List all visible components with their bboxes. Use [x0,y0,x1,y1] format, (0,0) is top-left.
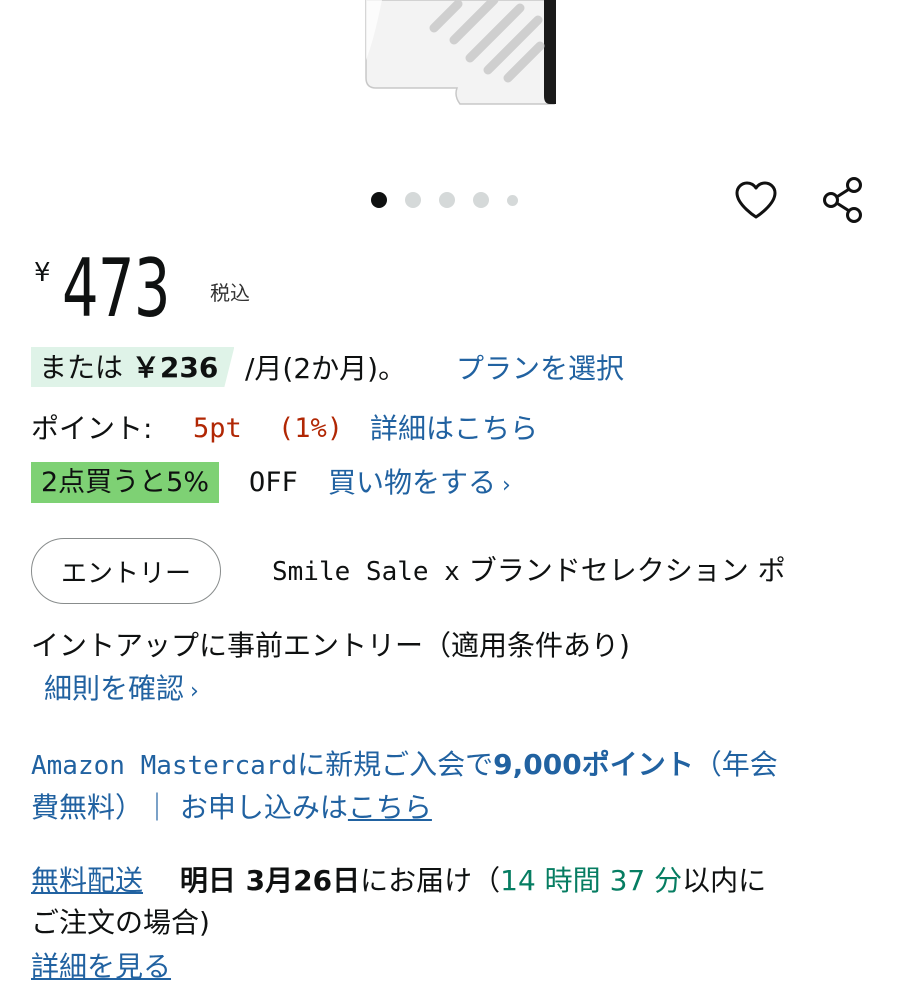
chevron-right-icon: › [190,679,199,704]
installment-prefix: または [39,351,124,384]
delivery-line1: 無料配送 明日 3月26日にお届け（14 時間 37 分以内に [31,860,766,902]
card-promo-fee-text: 費無料）｜ お申し込みは [31,791,348,824]
carousel-dot[interactable] [507,194,518,206]
countdown-minutes: 37 分 [609,864,683,897]
shop-bulk-link-label: 買い物をする [328,466,497,499]
countdown-hours: 14 時間 [500,864,601,897]
installment-badge: または ￥236 [31,347,234,387]
bulk-discount-badge: 2点買うと5% [31,462,220,503]
points-label: ポイント: [31,412,153,445]
entry-description-text: ブランドセレクション ポ [468,554,786,587]
rules-link[interactable]: 細則を確認 › [44,668,199,713]
carousel-dot[interactable] [439,192,455,208]
carousel-dot-active[interactable] [371,192,387,208]
card-apply-link[interactable]: こちら [348,791,432,824]
delivery-text: にお届け（ [360,864,501,897]
installment-amount: ￥236 [131,351,219,384]
points-details-link[interactable]: 詳細はこちら [370,408,538,450]
entry-description-line2: イントアップに事前エントリー（適用条件あり) [31,629,630,662]
free-delivery-link[interactable]: 無料配送 [31,864,143,897]
entry-button[interactable]: エントリー [31,538,221,604]
card-promo-text: に新規ご入会で [297,748,494,781]
carousel-indicator[interactable] [371,191,536,209]
entry-sale-name: Smile Sale x [272,557,460,587]
card-name: Amazon Mastercard [31,751,298,781]
price-amount: 473 [62,242,171,335]
bulk-discount-off: OFF [249,467,298,498]
carousel-dot[interactable] [473,192,489,208]
card-promo-points: 9,000ポイント [493,748,694,781]
shop-bulk-link[interactable]: 買い物をする › [328,462,511,507]
chevron-right-icon: › [502,473,511,498]
delivery-text-within: 以内に [682,864,767,897]
card-promo-annual: （年会 [693,748,778,781]
points-value: 5pt [193,413,242,444]
card-promo-line1[interactable]: Amazon Mastercardに新規ご入会で9,000ポイント（年会 [31,744,778,787]
delivery-details-link[interactable]: 詳細を見る [31,946,171,988]
heart-icon [735,181,777,219]
price-currency: ¥ [34,258,51,288]
wishlist-button[interactable] [730,174,782,226]
installment-suffix: /月(2か月)。 [245,352,407,385]
share-button[interactable] [817,174,869,226]
tax-label: 税込 [210,281,250,305]
select-plan-link[interactable]: プランを選択 [456,348,624,390]
card-promo-line2: 費無料）｜ お申し込みはこちら [31,787,432,829]
product-image[interactable] [362,0,556,108]
points-percent: (1%) [278,413,344,444]
rules-link-label: 細則を確認 [44,672,185,705]
delivery-line2: ご注文の場合) [31,906,210,939]
delivery-date: 明日 3月26日 [179,864,361,897]
entry-description-line1: Smile Sale x ブランドセレクション ポ [272,550,786,593]
share-icon [823,177,862,223]
carousel-dot[interactable] [405,192,421,208]
product-image-graphic [365,0,556,105]
